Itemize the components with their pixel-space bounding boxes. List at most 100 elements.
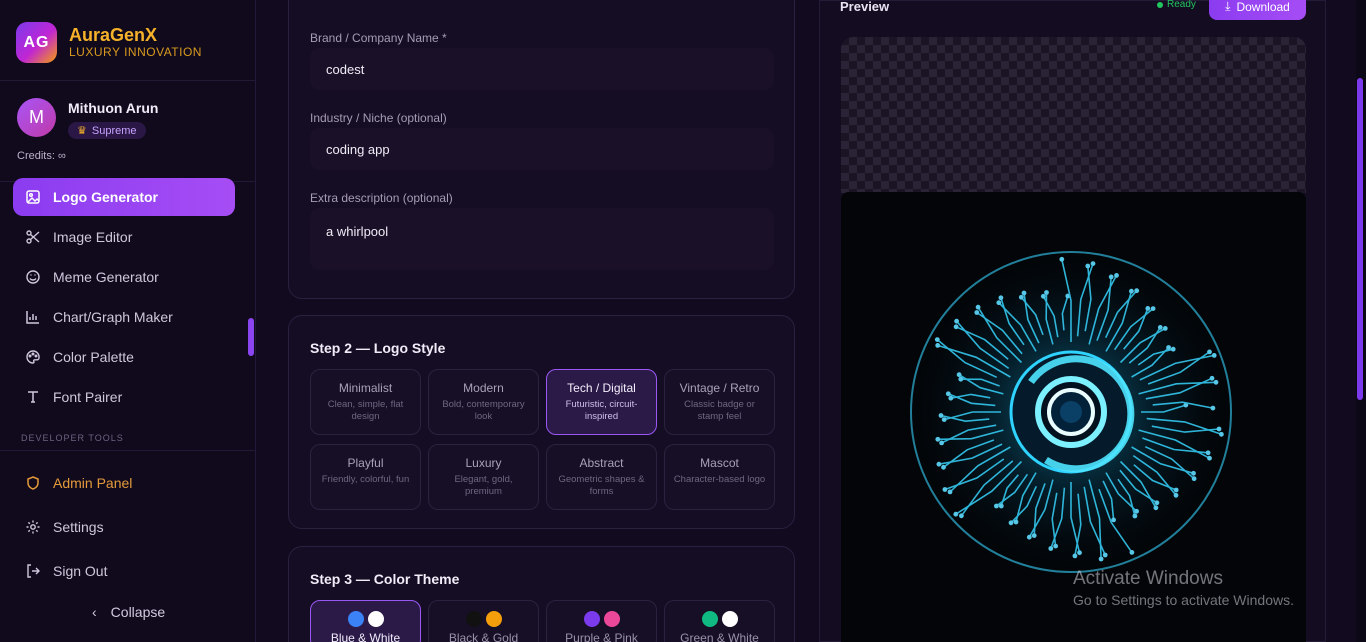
nav-item-label: Chart/Graph Maker	[53, 309, 173, 325]
color-dot	[583, 611, 600, 627]
option-desc: Geometric shapes & forms	[558, 474, 645, 497]
option-title: Abstract	[579, 456, 624, 470]
avatar: M	[17, 98, 56, 137]
circuit-node	[939, 440, 944, 446]
nav-item-settings[interactable]: Settings	[13, 506, 235, 548]
circuit-node	[1072, 553, 1078, 559]
chevron-left-icon: ‹	[92, 604, 97, 620]
circuit-node	[1031, 533, 1037, 538]
color-theme-blue-white[interactable]: Blue & White	[310, 600, 421, 642]
page-scrollbar-thumb[interactable]	[1357, 78, 1363, 400]
option-desc: Bold, contemporary look	[442, 399, 525, 422]
palette-icon	[25, 349, 41, 365]
collapse-button[interactable]: ‹ Collapse	[92, 604, 165, 620]
nav-item-label: Logo Generator	[53, 189, 159, 205]
style-option-tech-digital[interactable]: Tech / Digital Futuristic, circuit-inspi…	[546, 369, 657, 435]
style-option-abstract[interactable]: Abstract Geometric shapes & forms	[546, 444, 657, 510]
circuit-node	[1170, 346, 1176, 352]
circuit-node	[956, 372, 962, 378]
style-option-minimalist[interactable]: Minimalist Clean, simple, flat design	[310, 369, 421, 435]
style-option-modern[interactable]: Modern Bold, contemporary look	[428, 369, 539, 435]
nav-item-meme-generator[interactable]: Meme Generator	[13, 258, 235, 296]
circuit-node	[1008, 520, 1014, 526]
color-dot	[721, 611, 738, 627]
color-dot	[465, 611, 482, 627]
sidebar-scrollbar[interactable]	[248, 318, 254, 356]
option-desc: Futuristic, circuit-inspired	[565, 399, 638, 422]
circuit-node	[994, 503, 999, 509]
brand-tagline: LUXURY INNOVATION	[69, 45, 202, 59]
style-option-vintage-retro[interactable]: Vintage / Retro Classic badge or stamp f…	[664, 369, 775, 435]
nav-item-admin-panel[interactable]: Admin Panel	[13, 462, 235, 504]
nav-item-logo-generator[interactable]: Logo Generator	[13, 178, 235, 216]
circuit-node	[936, 461, 942, 467]
extra-description-input[interactable]: a whirlpool	[310, 208, 774, 270]
user-card: M Mithuon Arun ♛ Supreme	[17, 98, 158, 139]
extra-description-label: Extra description (optional)	[310, 191, 453, 205]
credits: Credits: ∞	[17, 150, 66, 162]
color-theme-purple-pink[interactable]: Purple & Pink	[546, 600, 657, 642]
circuit-node	[1111, 517, 1116, 523]
section-label: DEVELOPER TOOLS	[21, 433, 124, 443]
preview-panel: Preview Ready ⤓ Download	[819, 0, 1326, 642]
user-name: Mithuon Arun	[68, 100, 159, 116]
theme-label: Blue & White	[330, 631, 401, 642]
nav-item-label: Font Pairer	[53, 389, 123, 405]
circuit-node	[1114, 273, 1119, 278]
brand[interactable]: AG AuraGenX LUXURY INNOVATION	[16, 22, 202, 63]
nav-item-sign-out[interactable]: Sign Out	[13, 550, 235, 592]
circuit-node	[1132, 513, 1138, 519]
bar-chart-icon	[25, 309, 41, 325]
circuit-node	[1157, 325, 1163, 330]
watermark-line2: Go to Settings to activate Windows.	[1073, 592, 1294, 608]
type-icon	[25, 389, 41, 405]
circuit-node	[1153, 505, 1159, 511]
color-theme-black-gold[interactable]: Black & Gold	[428, 600, 539, 642]
option-title: Tech / Digital	[567, 381, 636, 395]
circuit-node	[1085, 263, 1091, 269]
circuit-node	[948, 395, 954, 401]
circuit-node	[1173, 492, 1179, 498]
nav-item-label: Settings	[53, 519, 104, 535]
style-option-mascot[interactable]: Mascot Character-based logo	[664, 444, 775, 510]
circuit-node	[941, 464, 946, 470]
circuit-node	[938, 413, 944, 418]
color-dot	[347, 611, 364, 627]
circuit-node	[1145, 306, 1151, 311]
nav-item-font-pairer[interactable]: Font Pairer	[13, 378, 235, 416]
brand-name-input[interactable]: codest	[310, 48, 774, 90]
circuit-node	[1219, 431, 1224, 437]
nav-item-color-palette[interactable]: Color Palette	[13, 338, 235, 376]
color-theme-green-white[interactable]: Green & White	[664, 600, 775, 642]
industry-input[interactable]: coding app	[310, 128, 774, 170]
nav-item-label: Admin Panel	[53, 475, 133, 491]
circuit-node	[1053, 543, 1058, 549]
nav-item-image-editor[interactable]: Image Editor	[13, 218, 235, 256]
circuit-node	[1154, 500, 1160, 506]
style-option-playful[interactable]: Playful Friendly, colorful, fun	[310, 444, 421, 510]
option-title: Luxury	[465, 456, 502, 470]
divider	[0, 80, 256, 81]
nav-item-chart-graph-maker[interactable]: Chart/Graph Maker	[13, 298, 235, 336]
nav-item-label: Sign Out	[53, 563, 108, 579]
circuit-node	[1059, 256, 1065, 262]
download-button[interactable]: ⤓ Download	[1209, 0, 1306, 20]
style-option-luxury[interactable]: Luxury Elegant, gold, premium	[428, 444, 539, 510]
option-title: Minimalist	[338, 381, 393, 395]
circuit-node	[1134, 288, 1140, 294]
crown-icon: ♛	[77, 125, 87, 137]
circuit-node	[935, 343, 941, 348]
option-title: Playful	[347, 456, 384, 470]
circuit-node	[1044, 290, 1049, 295]
circuit-node	[1150, 306, 1156, 311]
brand-name: AuraGenX	[69, 25, 158, 45]
windows-activation-watermark: Activate Windows Go to Settings to activ…	[1073, 568, 1294, 608]
plan-badge: ♛ Supreme	[68, 122, 146, 139]
shield-icon	[25, 475, 41, 491]
circuit-node	[1166, 345, 1171, 350]
sidebar: AG AuraGenX LUXURY INNOVATION M Mithuon …	[0, 0, 256, 642]
circuit-node	[953, 324, 959, 330]
color-dot	[367, 611, 384, 627]
theme-label: Green & White	[680, 631, 759, 642]
circuit-node	[953, 511, 959, 517]
